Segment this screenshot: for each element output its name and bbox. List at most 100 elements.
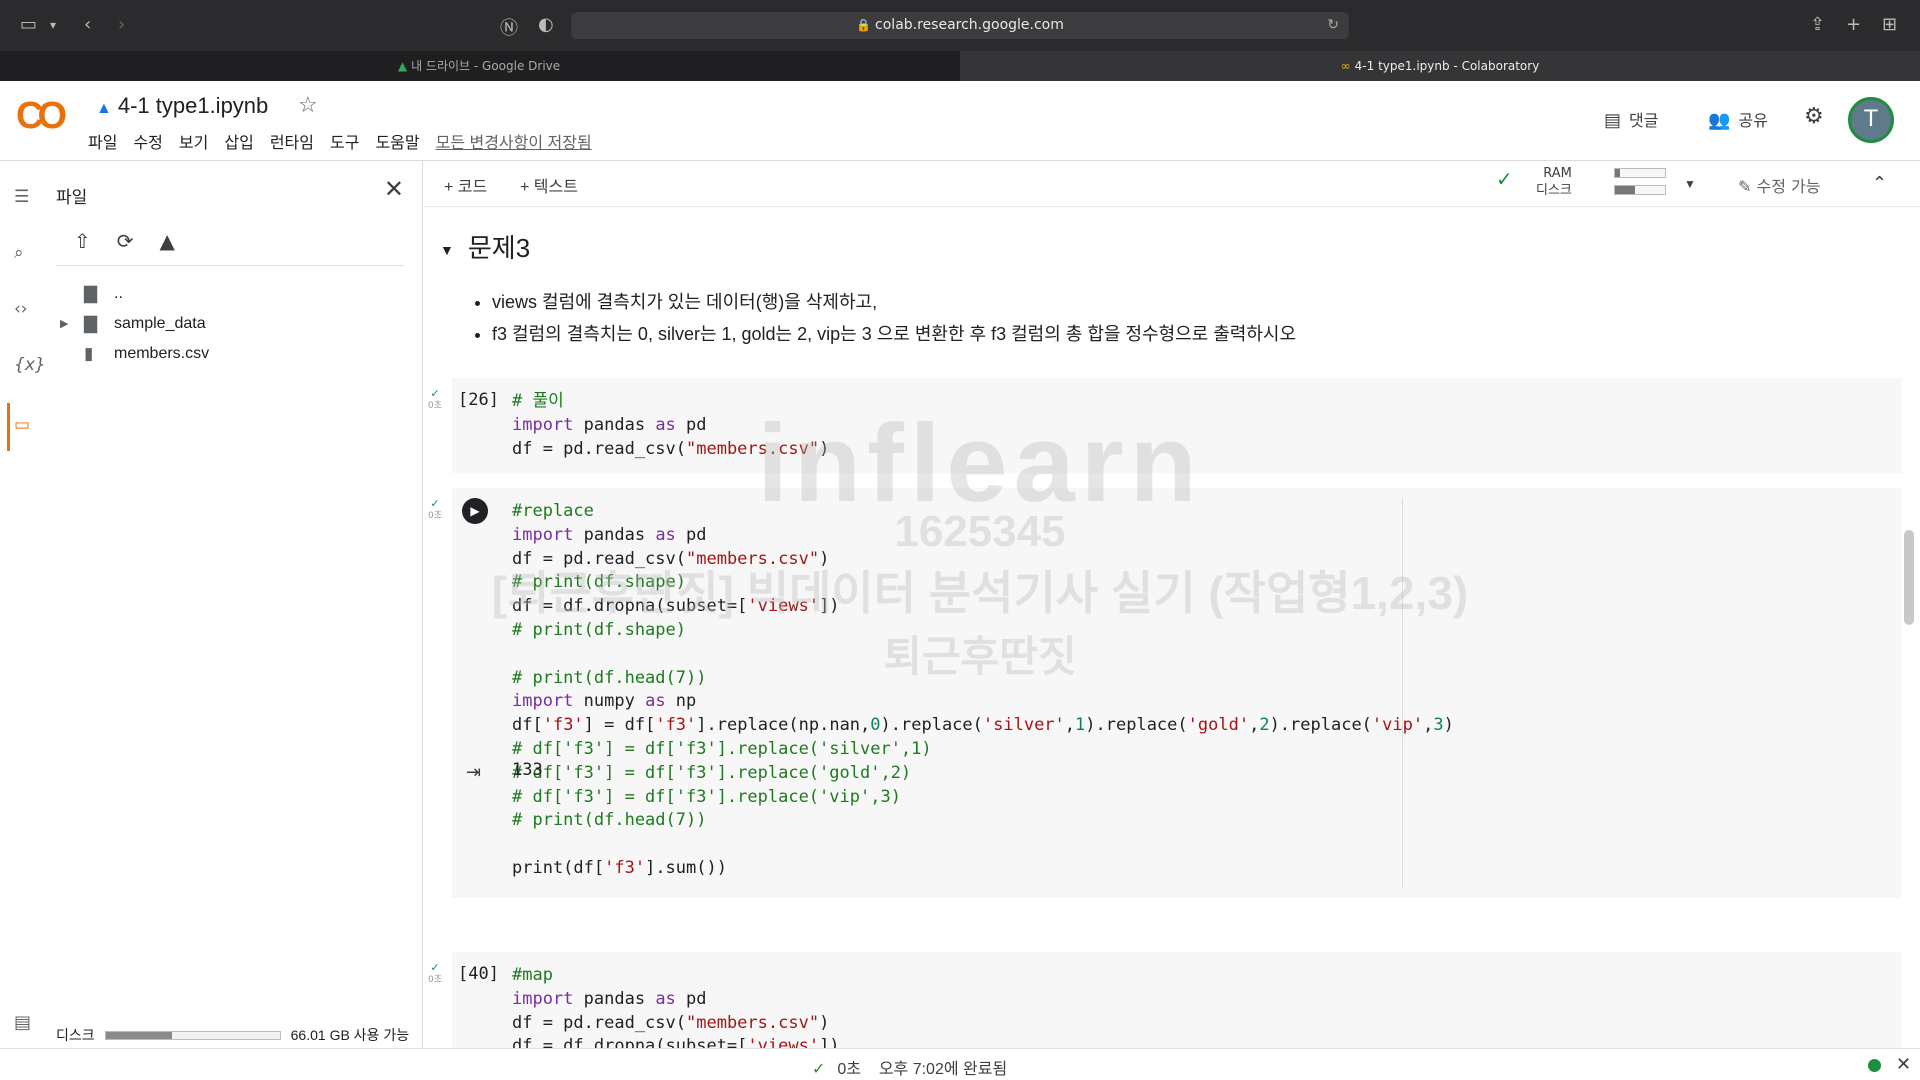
comments-label: 댓글 <box>1629 113 1659 130</box>
tree-item-sample-data[interactable]: ▶ ▇ sample_data <box>60 309 209 339</box>
check-icon: ✓ <box>812 1061 826 1078</box>
share-label: 공유 <box>1738 113 1768 130</box>
execution-count: [26] <box>458 390 499 410</box>
notebook-title[interactable]: ▲ 4-1 type1.ipynb <box>96 93 268 119</box>
disk-meter-fill <box>1615 186 1635 194</box>
tree-item-members-csv[interactable]: ▮ members.csv <box>60 339 209 369</box>
edit-mode-button[interactable]: ✎ 수정 가능 <box>1738 173 1820 197</box>
code-editor[interactable]: # 풀이 import pandas as pd df = pd.read_cs… <box>512 390 829 461</box>
code-cell[interactable]: ✓ 0초 [26] # 풀이 import pandas as pd df = p… <box>428 378 1902 473</box>
drive-icon: ▲ <box>96 100 112 117</box>
menu-view[interactable]: 보기 <box>179 129 208 153</box>
tab-label: 4-1 type1.ipynb - Colaboratory <box>1354 59 1540 73</box>
notebook-title-text: 4-1 type1.ipynb <box>117 93 269 118</box>
collapse-chevron-up-icon[interactable]: ⌃ <box>1872 173 1887 194</box>
people-icon: 👥 <box>1708 110 1731 130</box>
comments-button[interactable]: ▤ 댓글 <box>1604 107 1658 131</box>
menu-file[interactable]: 파일 <box>88 129 117 153</box>
chevron-down-icon[interactable]: ▾ <box>50 18 56 32</box>
menu-help[interactable]: 도움말 <box>375 129 419 153</box>
menu-runtime[interactable]: 런타임 <box>270 129 314 153</box>
menu-tools[interactable]: 도구 <box>330 129 359 153</box>
refresh-folder-icon[interactable]: ⟳ <box>117 229 134 253</box>
status-bar: ✓ 0초 오후 7:02에 완료됨 ✕ <box>0 1048 1920 1080</box>
run-cell-button[interactable]: ▶ <box>462 498 488 524</box>
terminal-icon[interactable]: ▤ <box>14 1012 31 1033</box>
ram-meter <box>1614 168 1666 178</box>
files-toolbar: ⇧ ⟳ ▲ <box>74 229 175 253</box>
share-icon[interactable]: ⇪ <box>1810 14 1825 35</box>
execution-status[interactable]: ✓ 0초 오후 7:02에 완료됨 <box>812 1055 1007 1079</box>
tab-colab[interactable]: ∞ 4-1 type1.ipynb - Colaboratory <box>960 51 1920 81</box>
connected-check-icon: ✓ <box>1496 167 1513 191</box>
forward-icon[interactable]: › <box>118 14 125 35</box>
table-of-contents-icon[interactable]: ☰ <box>14 187 29 207</box>
new-tab-icon[interactable]: + <box>1846 14 1861 35</box>
add-code-button[interactable]: + 코드 <box>444 173 487 197</box>
reload-icon[interactable]: ↻ <box>1327 12 1339 39</box>
comment-icon: ▤ <box>1604 110 1622 130</box>
url-text: colab.research.google.com <box>875 17 1064 33</box>
share-button[interactable]: 👥 공유 <box>1708 107 1768 131</box>
browser-toolbar: ▭ ▾ ‹ › Ⓝ ◐ 🔒 colab.research.google.com ↻… <box>0 0 1920 51</box>
file-tree: ▇.. ▶ ▇ sample_data ▮ members.csv <box>60 279 209 369</box>
code-cell[interactable]: ✓ 0초 ▶ #replace import pandas as pd df = … <box>428 488 1902 898</box>
tree-item-parent[interactable]: ▇.. <box>60 279 209 309</box>
code-editor[interactable]: #replace import pandas as pd df = pd.rea… <box>512 500 1454 881</box>
lock-icon: 🔒 <box>856 18 872 32</box>
colab-logo[interactable]: CO <box>16 95 67 138</box>
chevron-down-icon[interactable]: ▼ <box>1684 177 1696 191</box>
exec-time: 0초 <box>427 975 442 985</box>
avatar[interactable]: T <box>1848 97 1894 143</box>
files-folder-icon[interactable]: ▭ <box>14 415 30 435</box>
expand-caret-icon[interactable]: ▶ <box>60 309 84 339</box>
files-panel-title: 파일 <box>56 188 88 207</box>
edit-mode-label: 수정 가능 <box>1756 177 1821 196</box>
list-item: f3 컬럼의 결측치는 0, silver는 1, gold는 2, vip는 … <box>492 318 1296 350</box>
code-snippets-icon[interactable]: ‹› <box>14 299 28 319</box>
tab-overview-icon[interactable]: ⊞ <box>1882 14 1897 35</box>
address-bar[interactable]: 🔒 colab.research.google.com ↻ <box>571 12 1349 39</box>
disk-label: 디스크 <box>1536 183 1572 198</box>
problem-description: views 컬럼에 결측치가 있는 데이터(행)을 삭제하고, f3 컬럼의 결… <box>492 286 1296 350</box>
section-title: 문제3 <box>467 233 531 263</box>
code-cell[interactable]: ✓ 0초 [40] #map import pandas as pd df = p… <box>428 952 1902 1048</box>
tab-google-drive[interactable]: ▲ 내 드라이브 - Google Drive <box>0 51 958 81</box>
exec-time: 0초 <box>427 401 442 411</box>
variables-icon[interactable]: {x} <box>14 355 46 375</box>
close-icon[interactable]: ✕ <box>384 175 404 203</box>
collapse-triangle-icon[interactable]: ▼ <box>440 242 454 258</box>
output-value: 133 <box>512 760 543 780</box>
search-icon[interactable]: ⌕ <box>14 243 24 263</box>
close-icon[interactable]: ✕ <box>1896 1054 1911 1075</box>
file-icon: ▮ <box>84 344 94 363</box>
notebook-content: ▼ 문제3 views 컬럼에 결측치가 있는 데이터(행)을 삭제하고, f3 … <box>424 208 1920 1048</box>
saved-status[interactable]: 모든 변경사항이 저장됨 <box>436 129 592 153</box>
disk-usage-fill <box>105 1031 172 1039</box>
mount-drive-icon[interactable]: ▲ <box>160 229 175 253</box>
cell-output: ⇥ 133 <box>452 756 1902 796</box>
menu-insert[interactable]: 삽입 <box>224 129 253 153</box>
ram-meter-fill <box>1615 169 1620 177</box>
notion-icon[interactable]: Ⓝ <box>500 14 518 40</box>
tree-item-label: members.csv <box>114 345 210 362</box>
settings-gear-icon[interactable]: ⚙ <box>1804 103 1824 129</box>
connection-status-dot <box>1868 1059 1881 1072</box>
back-icon[interactable]: ‹ <box>84 14 91 35</box>
code-editor[interactable]: #map import pandas as pd df = pd.read_cs… <box>512 964 840 1048</box>
section-heading[interactable]: ▼ 문제3 <box>440 228 530 265</box>
status-completed: 오후 7:02에 완료됨 <box>878 1061 1008 1078</box>
notebook-toolbar: + 코드 + 텍스트 ✓ RAM 디스크 ▼ ✎ 수정 가능 ⌃ <box>424 161 1920 207</box>
sidebar-toggle-icon[interactable]: ▭ <box>20 14 37 35</box>
scrollbar-thumb[interactable] <box>1904 530 1914 625</box>
resource-monitor[interactable]: ✓ RAM 디스크 <box>1496 165 1572 199</box>
add-text-button[interactable]: + 텍스트 <box>520 173 578 197</box>
list-item: views 컬럼에 결측치가 있는 데이터(행)을 삭제하고, <box>492 286 1296 318</box>
shield-icon[interactable]: ◐ <box>538 14 554 35</box>
colab-icon: ∞ <box>1340 59 1351 73</box>
output-icon[interactable]: ⇥ <box>466 762 481 783</box>
disk-available: 66.01 GB 사용 가능 <box>290 1027 410 1043</box>
star-icon[interactable]: ☆ <box>298 93 318 118</box>
upload-file-icon[interactable]: ⇧ <box>74 229 91 253</box>
menu-edit[interactable]: 수정 <box>133 129 162 153</box>
